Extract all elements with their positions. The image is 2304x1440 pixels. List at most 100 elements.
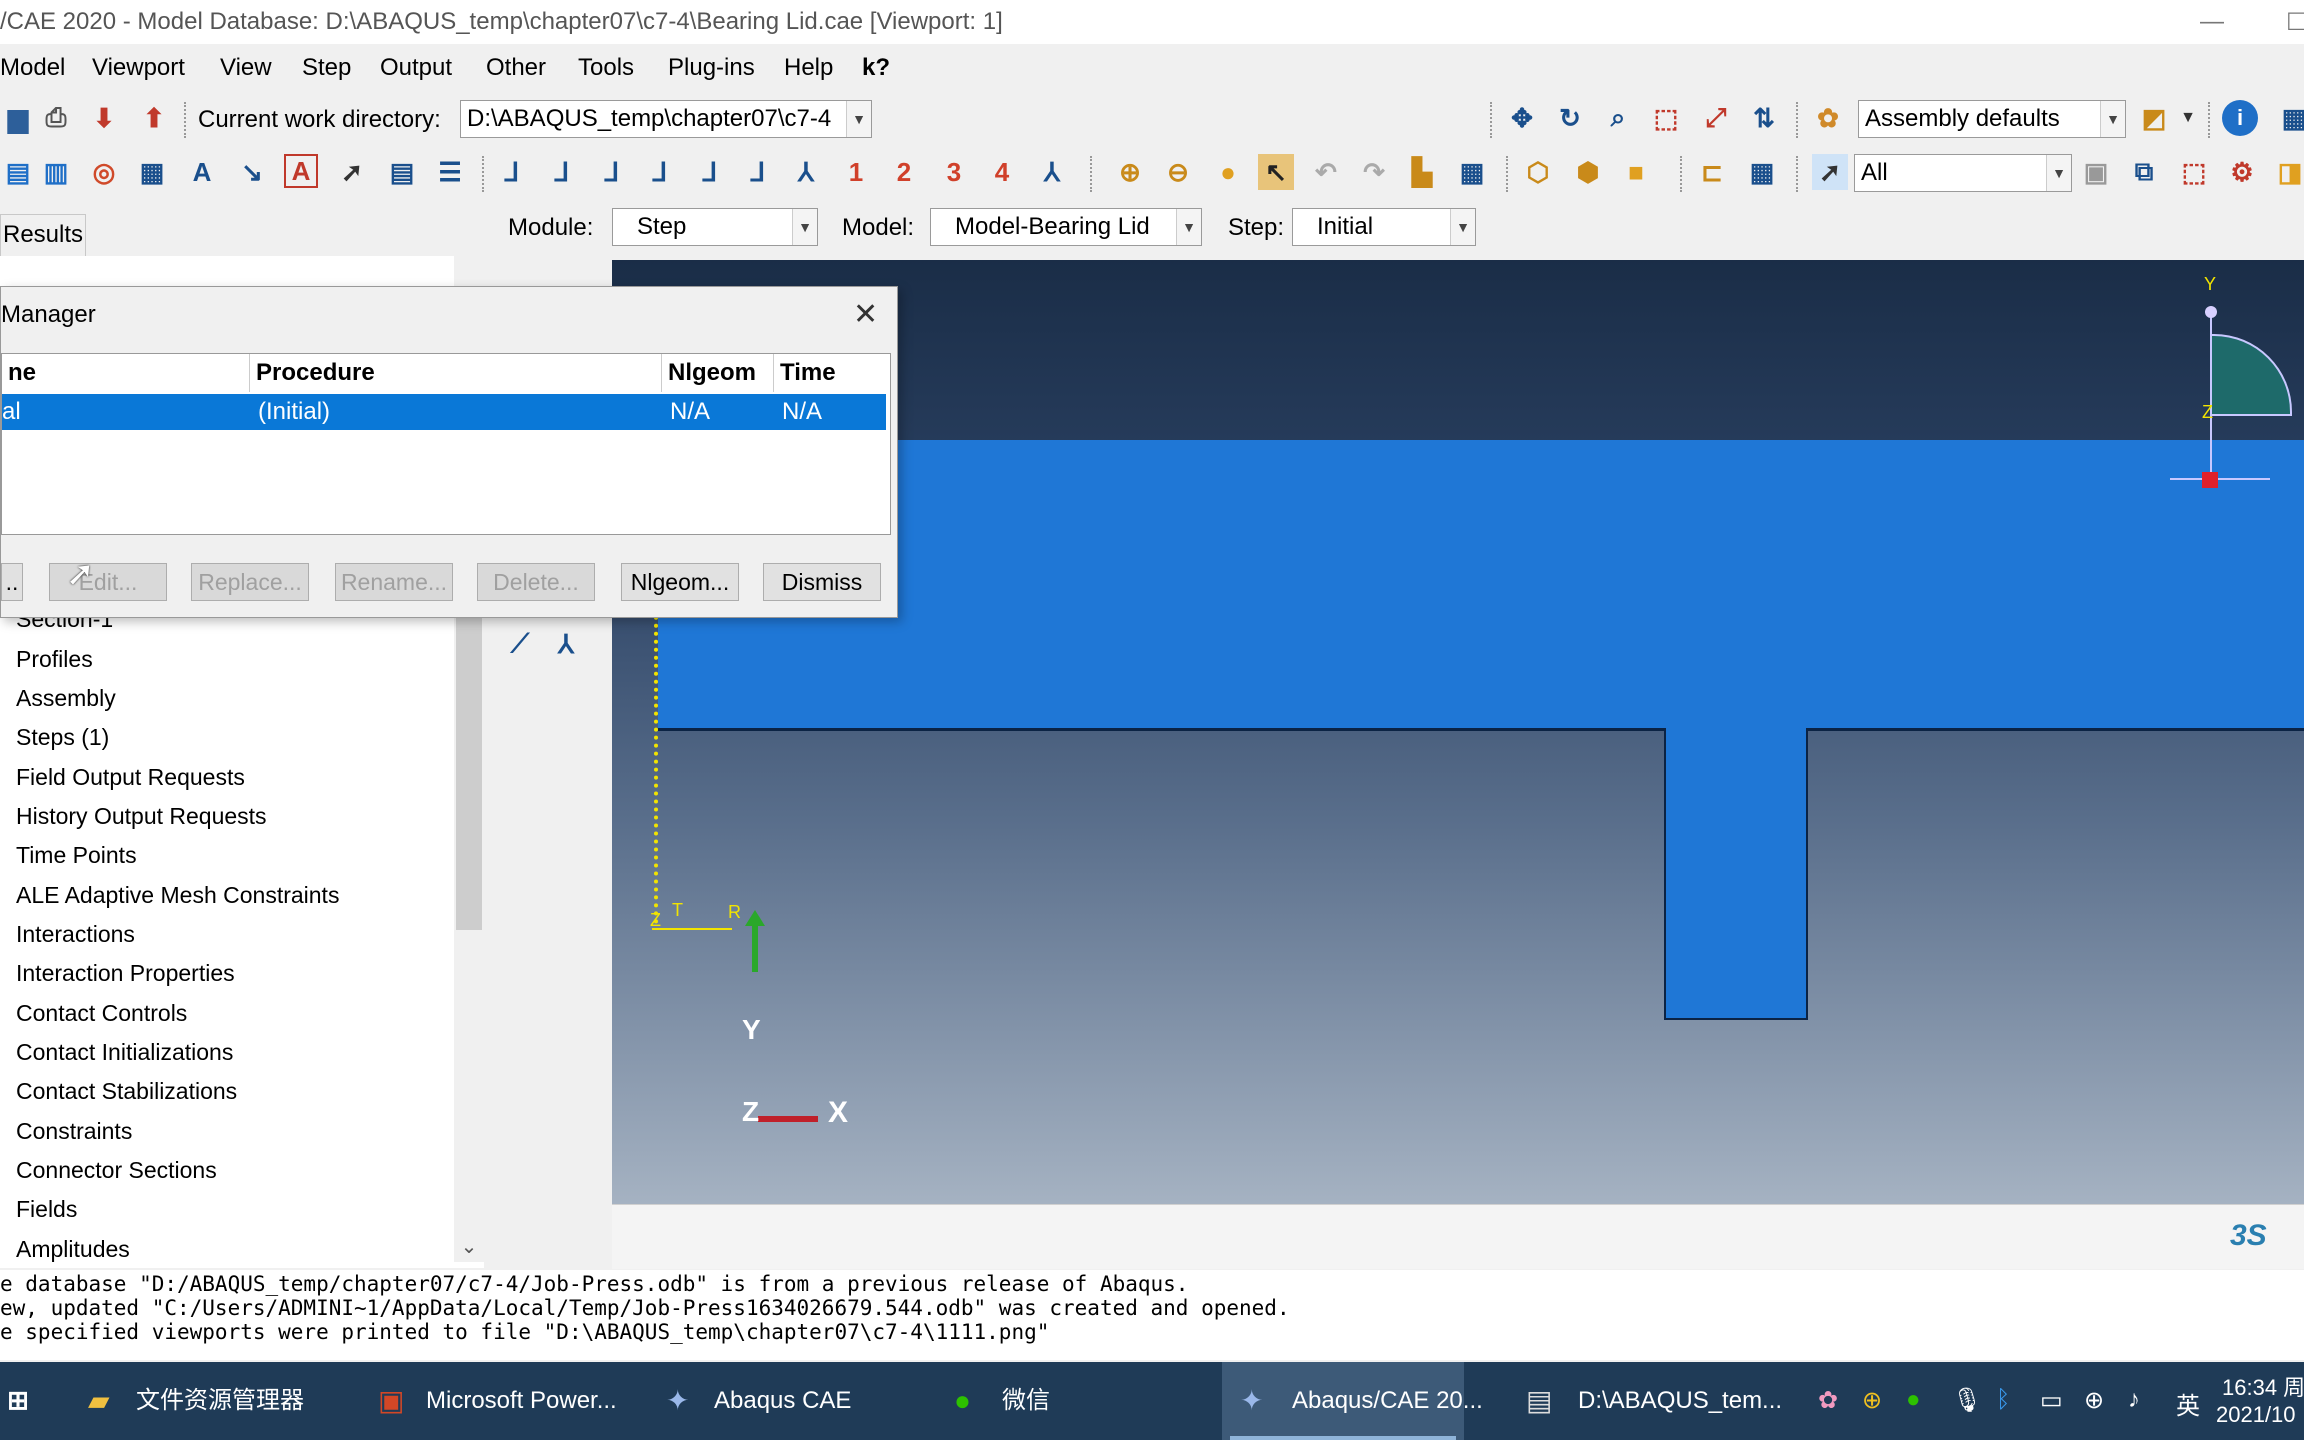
chevron-down-icon[interactable]: ▼ (2046, 155, 2071, 191)
tree-item-history-output[interactable]: History Output Requests (16, 803, 267, 830)
query-icon[interactable]: ▦ (2276, 100, 2304, 136)
rename-button[interactable]: Rename... (335, 563, 453, 601)
view-bottom-icon[interactable]: ⅃ (642, 154, 678, 190)
select-pointer-icon[interactable]: ➚ (1812, 154, 1848, 190)
cycle-views-icon[interactable]: ⇅ (1746, 100, 1782, 136)
tree-item-fields[interactable]: Fields (16, 1196, 77, 1223)
view-3-button[interactable]: 3 (936, 154, 972, 190)
tree-item-connector-sections[interactable]: Connector Sections (16, 1157, 217, 1184)
scroll-down-icon[interactable]: ⌄ (454, 1232, 484, 1262)
menu-output[interactable]: Output (380, 54, 452, 82)
menu-plugins[interactable]: Plug-ins (668, 54, 755, 82)
chevron-down-icon[interactable]: ▼ (846, 101, 871, 137)
boolean-union-icon[interactable]: ⊕ (1112, 154, 1148, 190)
taskbar-item-explorer[interactable]: ▰ 文件资源管理器 (78, 1362, 314, 1440)
view-front-icon[interactable]: ⅃ (494, 154, 530, 190)
tab-results[interactable]: Results (0, 214, 86, 256)
print-icon[interactable]: ⎙ (38, 100, 74, 136)
table-options-icon[interactable]: ▦ (1454, 154, 1490, 190)
create-button[interactable]: .. (1, 563, 23, 601)
undo-icon[interactable]: ↶ (1308, 154, 1344, 190)
select-entity-icon[interactable]: ▣ (2078, 154, 2114, 190)
menu-model[interactable]: Model (0, 54, 65, 82)
tree-item-assembly[interactable]: Assembly (16, 685, 116, 712)
datum-plane-icon[interactable]: ⟋ (502, 626, 538, 662)
color-code-icon[interactable]: ✿ (1810, 100, 1846, 136)
selection-options-icon[interactable]: ⚙ (2224, 154, 2260, 190)
chevron-down-icon[interactable]: ▼ (2170, 100, 2206, 136)
chevron-down-icon[interactable]: ▼ (1450, 209, 1475, 245)
tree-item-profiles[interactable]: Profiles (16, 646, 93, 673)
boolean-cut-icon[interactable]: ⊖ (1160, 154, 1196, 190)
auto-fit-icon[interactable]: ⤢ (1698, 100, 1734, 136)
wireframe-icon[interactable]: ⬡ (1520, 154, 1556, 190)
bar-chart-icon[interactable]: ▙ (1404, 154, 1440, 190)
tree-item-amplitudes[interactable]: Amplitudes (16, 1236, 130, 1263)
partition-icon[interactable]: ⊏ (1694, 154, 1730, 190)
arrow-icon[interactable]: ↘ (234, 154, 270, 190)
import-icon[interactable]: ⬆ (136, 100, 172, 136)
taskbar-item-notepad[interactable]: ▤ D:\ABAQUS_tem... (1516, 1362, 1788, 1440)
volume-icon[interactable]: ♪ (2128, 1386, 2140, 1414)
hidden-line-icon[interactable]: ⬢ (1570, 154, 1606, 190)
model-combo[interactable]: Model-Bearing Lid ▼ (930, 208, 1202, 246)
context-help-icon[interactable]: k? (862, 54, 890, 82)
chevron-down-icon[interactable]: ▼ (1176, 209, 1201, 245)
redo-icon[interactable]: ↷ (1356, 154, 1392, 190)
box-icon[interactable]: ◨ (2272, 154, 2304, 190)
clock-time[interactable]: 16:34 周 (2222, 1370, 2304, 1402)
select-in-icon[interactable]: ⧉ (2126, 154, 2162, 190)
display-group-icon[interactable]: ▦ (1744, 154, 1780, 190)
datum-csys-icon[interactable]: ⅄ (548, 626, 584, 662)
box-zoom-icon[interactable]: ⬚ (1648, 100, 1684, 136)
column-header-time[interactable]: Time (774, 354, 886, 392)
tree-item-constraints[interactable]: Constraints (16, 1118, 132, 1145)
tray-wechat-icon[interactable]: ● (1906, 1386, 1921, 1414)
dismiss-button[interactable]: Dismiss (763, 563, 881, 601)
viewport-cascade-icon[interactable]: ▥ (38, 154, 74, 190)
drag-shape-icon[interactable]: ⬚ (2176, 154, 2212, 190)
view-2-button[interactable]: 2 (886, 154, 922, 190)
cwd-combo[interactable]: D:\ABAQUS_temp\chapter07\c7-4 ▼ (460, 100, 872, 138)
taskbar-item-wechat[interactable]: ● 微信 (944, 1362, 1124, 1440)
menu-viewport[interactable]: Viewport (92, 54, 185, 82)
view-manager-icon[interactable]: ◎ (86, 154, 122, 190)
delete-button[interactable]: Delete... (477, 563, 595, 601)
part-body[interactable] (658, 440, 2304, 730)
menu-tools[interactable]: Tools (578, 54, 634, 82)
tool-active-icon[interactable]: ↖ (1258, 154, 1294, 190)
export-icon[interactable]: ⬇ (86, 100, 122, 136)
render-style-combo[interactable]: Assembly defaults ▼ (1858, 100, 2126, 138)
sphere-icon[interactable]: ● (1210, 154, 1246, 190)
minimize-button[interactable]: — (2200, 8, 2224, 36)
nlgeom-button[interactable]: Nlgeom... (621, 563, 739, 601)
microphone-icon[interactable]: 🎙 (1952, 1386, 1982, 1415)
menu-help[interactable]: Help (784, 54, 833, 82)
table-row[interactable]: al (Initial) N/A N/A (2, 394, 886, 430)
bluetooth-icon[interactable]: ᛒ (1996, 1386, 2010, 1414)
ime-indicator[interactable]: 英 (2176, 1386, 2200, 1421)
pan-icon[interactable]: ✥ (1504, 100, 1540, 136)
list-icon[interactable]: ▤ (384, 154, 420, 190)
select-pointer-icon[interactable]: ➚ (334, 154, 370, 190)
shaded-icon[interactable]: ■ (1618, 154, 1654, 190)
chevron-down-icon[interactable]: ▼ (792, 209, 817, 245)
zoom-icon[interactable]: ⌕ (1600, 100, 1636, 136)
table-icon[interactable]: ▦ (134, 154, 170, 190)
tree-item-ale[interactable]: ALE Adaptive Mesh Constraints (16, 882, 339, 909)
close-icon[interactable]: ✕ (853, 297, 878, 332)
rotate-icon[interactable]: ↻ (1552, 100, 1588, 136)
clock-date[interactable]: 2021/10 (2216, 1402, 2296, 1428)
menu-other[interactable]: Other (486, 54, 546, 82)
view-1-button[interactable]: 1 (838, 154, 874, 190)
network-icon[interactable]: ⊕ (2084, 1386, 2104, 1415)
view-iso-icon[interactable]: ⅄ (788, 154, 824, 190)
taskbar-item-abaqus-active[interactable]: ✦ Abaqus/CAE 20... (1222, 1362, 1483, 1440)
tree-item-contact-controls[interactable]: Contact Controls (16, 1000, 187, 1027)
menu-view[interactable]: View (220, 54, 272, 82)
tree-item-steps[interactable]: Steps (1) (16, 724, 109, 751)
column-header-nlgeom[interactable]: Nlgeom (662, 354, 774, 392)
module-combo[interactable]: Step ▼ (612, 208, 818, 246)
taskbar-item-powerpoint[interactable]: ▣ Microsoft Power... (368, 1362, 628, 1440)
view-left-icon[interactable]: ⅃ (692, 154, 728, 190)
